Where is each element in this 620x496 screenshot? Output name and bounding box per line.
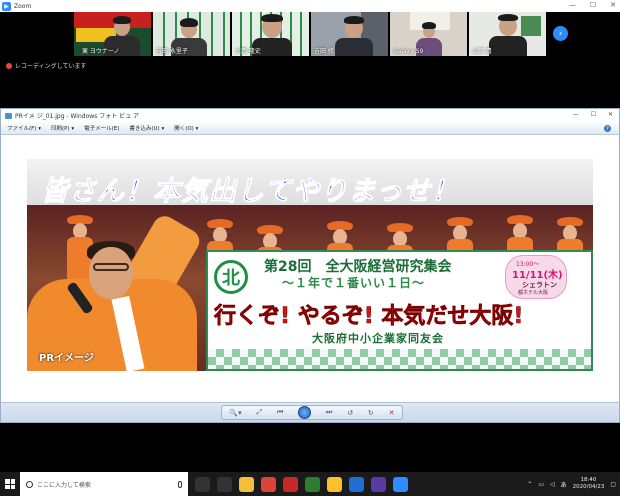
participant-name: 東 ヨウナーノ xyxy=(82,48,120,55)
clock-time: 18:40 xyxy=(580,477,597,484)
network-icon[interactable]: ▭ xyxy=(538,481,544,488)
event-title: 第28回 全大阪経営研究集会 xyxy=(264,259,452,275)
start-button[interactable] xyxy=(0,472,20,496)
viewer-close-button[interactable]: ✕ xyxy=(608,111,613,118)
windows-taskbar: ここに入力して検索 ⌃ ▭ ◁ あ 18:40 2020/04/23 ▢ xyxy=(0,472,620,496)
notification-icon[interactable]: ▢ xyxy=(610,481,616,488)
app-title: Zoom xyxy=(14,2,32,10)
participant-tile[interactable]: 大西 隆史 xyxy=(232,12,309,56)
recording-indicator: レコーディングしています xyxy=(6,61,86,70)
viewer-maximize-button[interactable]: ☐ xyxy=(591,111,596,118)
viewer-minimize-button[interactable]: — xyxy=(573,111,579,118)
menu-burn[interactable]: 書き込み(U) ▾ xyxy=(129,124,164,132)
next-icon[interactable]: ⏭ xyxy=(326,408,332,417)
recording-text: レコーディングしています xyxy=(15,63,87,70)
banner-headline: 皆さん！本気出してやりまっせ！ xyxy=(40,176,460,208)
viewer-title: PRイメ ジ_01.jpg - Windows フォト ビュ ア xyxy=(15,113,140,120)
participant-tile[interactable]: Galaxy S9 xyxy=(390,12,467,56)
close-button[interactable]: ✕ xyxy=(610,1,616,9)
menu-print[interactable]: 印刷(P) ▾ xyxy=(51,124,74,132)
app-yellow-icon[interactable] xyxy=(327,476,342,492)
playback-controls: 🔍▾ ⤢ ⏮ ⏭ ↺ ↻ ✕ xyxy=(221,405,403,420)
taskbar-search[interactable]: ここに入力して検索 xyxy=(20,472,188,496)
speaker-glasses xyxy=(93,263,129,271)
minimize-button[interactable]: — xyxy=(569,1,576,9)
system-tray: ⌃ ▭ ◁ あ 18:40 2020/04/23 ▢ xyxy=(527,472,616,496)
viewer-controls-bar: 🔍▾ ⤢ ⏮ ⏭ ↺ ↻ ✕ xyxy=(1,402,619,422)
participant-tile[interactable]: 山口 豊 xyxy=(469,12,546,56)
organizer-name: 大阪府中小企業家同友会 xyxy=(312,332,444,345)
microphone-icon[interactable] xyxy=(217,476,232,492)
speaker-face xyxy=(89,247,133,299)
event-date: 11/11(木) xyxy=(512,270,563,281)
window-controls: — ☐ ✕ xyxy=(569,1,616,9)
search-icon xyxy=(26,480,33,488)
volume-icon[interactable]: ◁ xyxy=(550,481,555,488)
edge-icon[interactable] xyxy=(349,476,364,492)
event-subtitle: 〜１年で１番いい１日〜 xyxy=(282,276,426,290)
participant-name: Galaxy S9 xyxy=(393,48,424,55)
fit-window-icon[interactable]: ⤢ xyxy=(257,408,263,417)
zoom-icon[interactable] xyxy=(393,476,408,492)
event-signboard: 北 第28回 全大阪経営研究集会 〜１年で１番いい１日〜 行くぞ! やるぞ! 本… xyxy=(206,250,593,371)
voice-search-icon[interactable] xyxy=(178,480,182,488)
viewer-menubar: ファイル(F) ▾ 印刷(P) ▾ 電子メール(E) 書き込み(U) ▾ 開く(… xyxy=(1,122,619,135)
photo-viewer-icon xyxy=(5,112,12,119)
pinned-apps xyxy=(188,476,408,492)
association-logo-icon: 北 xyxy=(214,260,248,294)
clock-date: 2020/04/23 xyxy=(572,484,605,490)
app-red-icon[interactable] xyxy=(283,476,298,492)
checker-pattern xyxy=(208,349,591,369)
maximize-button[interactable]: ☐ xyxy=(590,1,596,9)
menu-open[interactable]: 開く(O) ▾ xyxy=(174,124,198,132)
participant-name: 大西 隆史 xyxy=(235,48,261,55)
event-venue-detail: 都ホテル大阪 xyxy=(518,290,549,296)
app-green-icon[interactable] xyxy=(305,476,320,492)
participant-name: 吉田 修 xyxy=(314,48,334,55)
delete-icon[interactable]: ✕ xyxy=(389,409,395,417)
pr-banner-image: 皆さん！本気出してやりまっせ！ 北 第28回 全大阪経営研究集会 〜１年で１番い… xyxy=(27,159,593,371)
previous-icon[interactable]: ⏮ xyxy=(277,408,283,417)
participant-tile[interactable]: 東 ヨウナーノ xyxy=(74,12,151,56)
file-explorer-icon[interactable] xyxy=(239,476,254,492)
zoom-app-icon: ▶ xyxy=(2,1,11,11)
rotate-right-icon[interactable]: ↻ xyxy=(368,409,374,417)
record-icon xyxy=(6,62,12,69)
participant-tile[interactable]: 吉田 永里子 xyxy=(153,12,230,56)
windows-logo-icon xyxy=(5,479,15,489)
event-slogan: 行くぞ! やるぞ! 本気だせ大阪! xyxy=(214,304,524,330)
clock[interactable]: 18:40 2020/04/23 xyxy=(573,477,605,490)
chrome-icon[interactable] xyxy=(261,476,276,492)
zoom-icon[interactable]: 🔍▾ xyxy=(229,409,241,417)
viewer-titlebar: PRイメ ジ_01.jpg - Windows フォト ビュ ア xyxy=(1,109,619,122)
menu-email[interactable]: 電子メール(E) xyxy=(84,124,119,132)
ime-indicator[interactable]: あ xyxy=(561,480,567,489)
participant-name: 吉田 永里子 xyxy=(156,48,188,55)
date-badge: 13:00〜 11/11(木) シェラトン 都ホテル大阪 xyxy=(505,255,567,299)
zoom-titlebar: ▶ Zoom — ☐ ✕ xyxy=(0,0,620,12)
next-page-icon[interactable]: › xyxy=(553,26,568,41)
participant-name: 山口 豊 xyxy=(472,48,492,55)
participant-tile[interactable]: 吉田 修 xyxy=(311,12,388,56)
slideshow-icon[interactable] xyxy=(298,406,312,419)
search-placeholder: ここに入力して検索 xyxy=(37,481,91,489)
participant-video-strip: 東 ヨウナーノ 吉田 永里子 大西 隆史 吉田 修 Galaxy S9 山口 豊 xyxy=(0,12,620,56)
pr-image-label: PRイメージ xyxy=(39,353,94,364)
help-icon[interactable]: ? xyxy=(604,125,611,132)
task-view-icon[interactable] xyxy=(195,476,210,492)
rotate-left-icon[interactable]: ↺ xyxy=(347,409,353,417)
viewer-window-controls: — ☐ ✕ xyxy=(573,111,613,118)
menu-file[interactable]: ファイル(F) ▾ xyxy=(7,124,41,132)
photos-icon[interactable] xyxy=(371,476,386,492)
tray-overflow-icon[interactable]: ⌃ xyxy=(527,481,532,488)
